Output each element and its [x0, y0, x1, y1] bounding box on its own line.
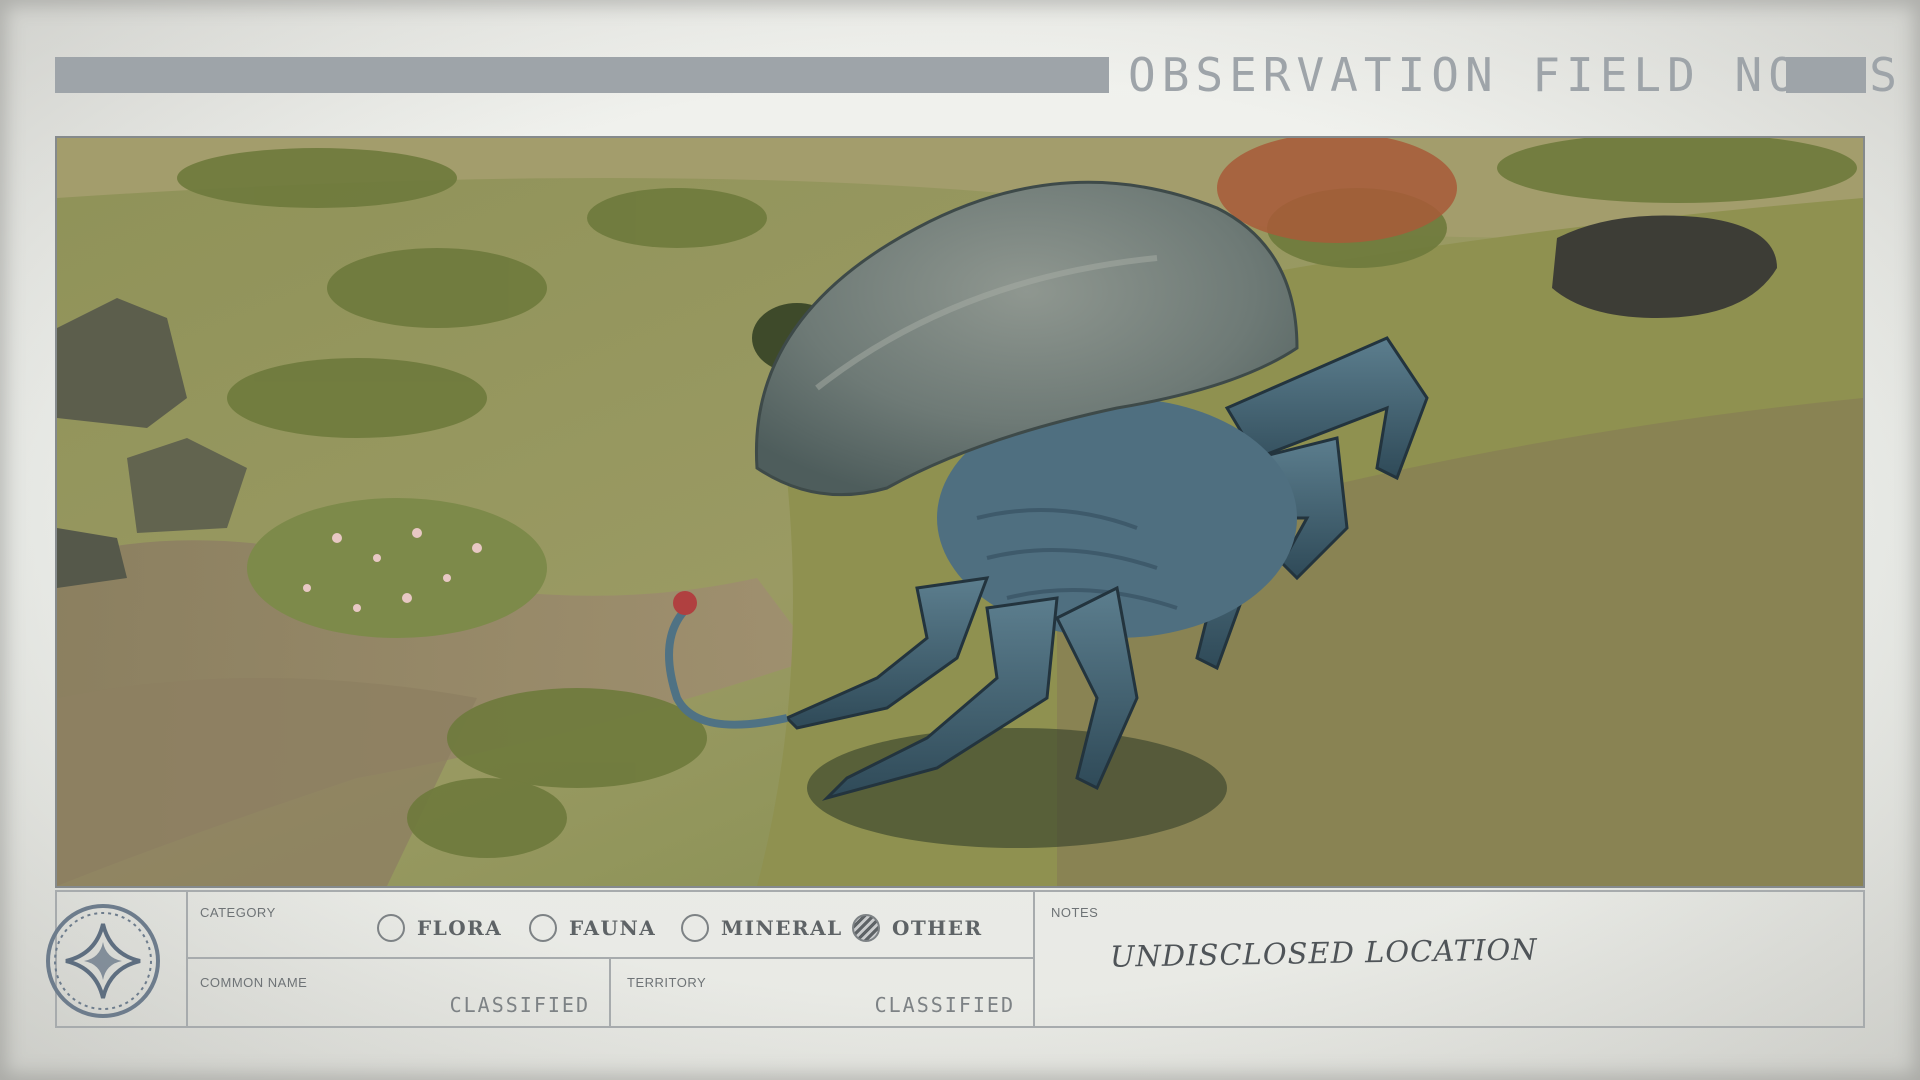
territory-label: TERRITORY: [627, 975, 707, 990]
form-divider: [186, 957, 1033, 959]
common-name-value: CLASSIFIED: [449, 993, 590, 1017]
option-label: FAUNA: [569, 916, 657, 940]
creature-photo: [55, 136, 1865, 888]
constellation-seal-icon: [44, 902, 162, 1020]
category-option-mineral[interactable]: MINERAL: [681, 911, 843, 945]
category-option-other[interactable]: OTHER: [852, 911, 983, 945]
category-option-flora[interactable]: FLORA: [377, 911, 502, 945]
radio-circle-icon[interactable]: [681, 914, 709, 942]
form-divider: [1033, 890, 1035, 1028]
option-label: OTHER: [892, 916, 983, 940]
form-divider: [609, 958, 611, 1028]
header-bar-right: [1786, 57, 1866, 93]
option-label: FLORA: [417, 916, 503, 940]
common-name-label: COMMON NAME: [200, 975, 308, 990]
option-label: MINERAL: [721, 916, 843, 940]
category-option-fauna[interactable]: FAUNA: [529, 911, 656, 945]
radio-checked-icon[interactable]: [852, 914, 880, 942]
radio-circle-icon[interactable]: [529, 914, 557, 942]
page-title: OBSERVATION FIELD NOTES: [1128, 48, 1903, 102]
form-divider: [186, 890, 188, 1028]
notes-label: NOTES: [1051, 905, 1099, 920]
territory-value: CLASSIFIED: [874, 993, 1015, 1017]
category-label: CATEGORY: [200, 905, 276, 920]
radio-circle-icon[interactable]: [377, 914, 405, 942]
header-bar-left: [55, 57, 1109, 93]
